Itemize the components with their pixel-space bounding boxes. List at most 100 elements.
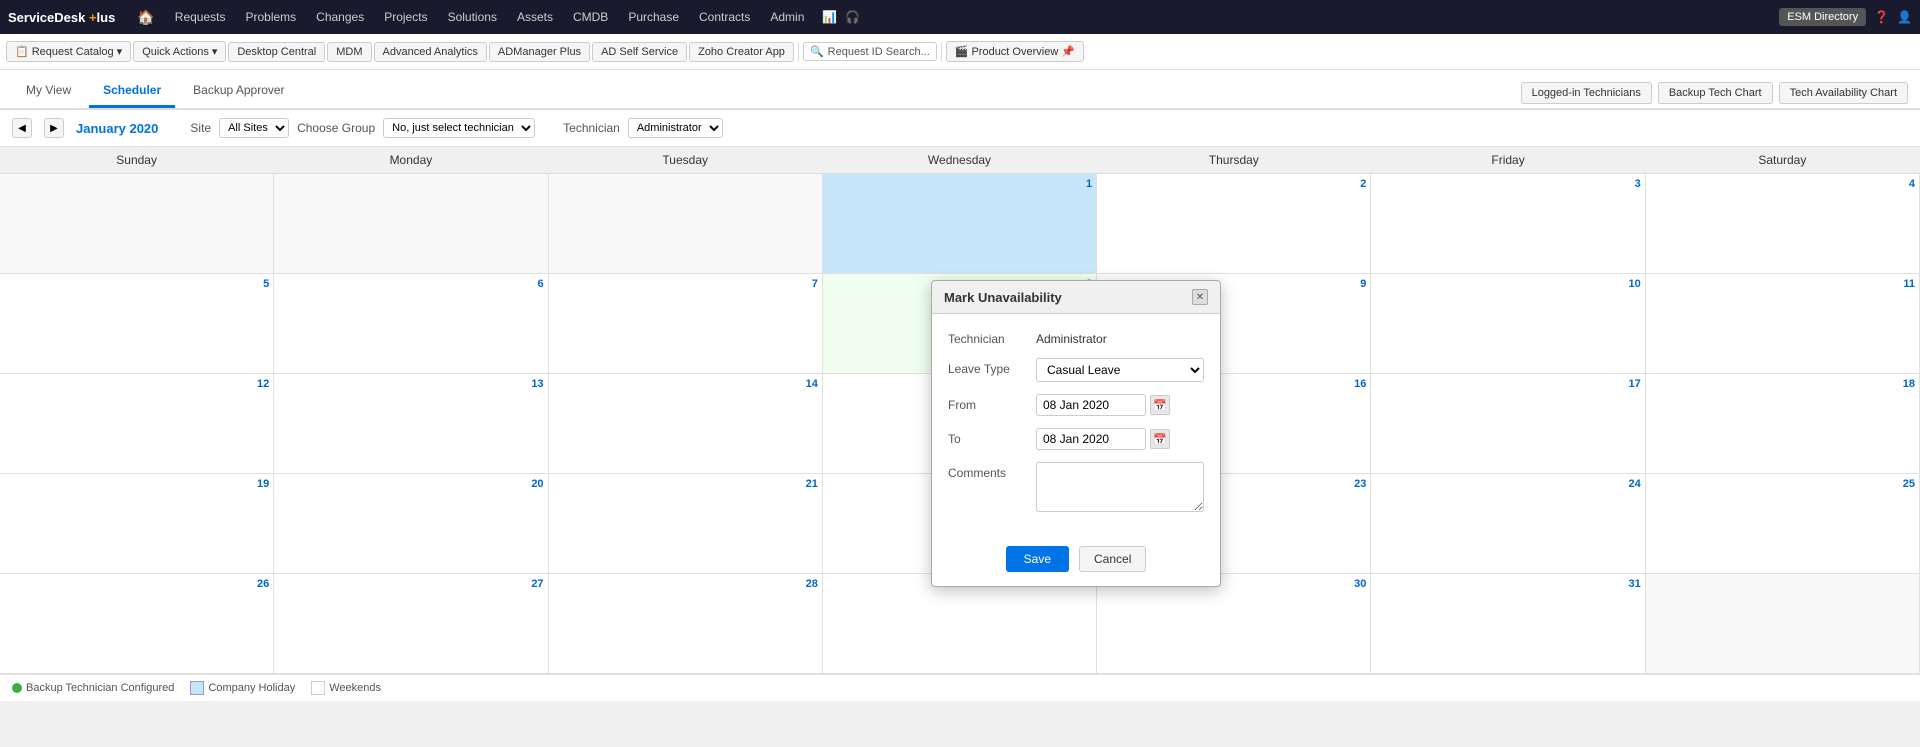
logged-in-technicians-button[interactable]: Logged-in Technicians [1521, 82, 1652, 104]
calendar-cell[interactable]: 1 [823, 174, 1097, 274]
nav-problems[interactable]: Problems [235, 0, 306, 34]
calendar-cell[interactable]: 26 [0, 574, 274, 674]
tab-scheduler[interactable]: Scheduler [89, 75, 175, 108]
calendar-date: 28 [553, 578, 818, 590]
from-date-input: 📅 [1036, 394, 1170, 416]
prev-month-button[interactable]: ◀ [12, 118, 32, 138]
tech-availability-chart-button[interactable]: Tech Availability Chart [1779, 82, 1908, 104]
calendar-cell[interactable]: 19 [0, 474, 274, 574]
nav-purchase[interactable]: Purchase [618, 0, 689, 34]
calendar-cell[interactable]: 13 [274, 374, 548, 474]
calendar-cell[interactable]: 31 [1371, 574, 1645, 674]
calendar-cell[interactable]: 5 [0, 274, 274, 374]
calendar-cell[interactable]: 18 [1646, 374, 1920, 474]
desktop-central-button[interactable]: Desktop Central [228, 42, 325, 62]
tab-my-view[interactable]: My View [12, 75, 85, 108]
calendar-cell[interactable] [1646, 574, 1920, 674]
nav-projects[interactable]: Projects [374, 0, 437, 34]
legend-weekends-label: Weekends [329, 682, 381, 694]
weekends-color-icon [311, 681, 325, 695]
calendar-date: 25 [1650, 478, 1915, 490]
legend-backup-tech: Backup Technician Configured [12, 682, 174, 694]
calendar-cell[interactable]: 21 [549, 474, 823, 574]
to-calendar-icon[interactable]: 📅 [1150, 429, 1170, 449]
zoho-creator-button[interactable]: Zoho Creator App [689, 42, 794, 62]
from-calendar-icon[interactable]: 📅 [1150, 395, 1170, 415]
calendar-date: 18 [1650, 378, 1915, 390]
modal-body: Technician Administrator Leave Type Casu… [932, 314, 1220, 538]
calendar-cell[interactable]: 24 [1371, 474, 1645, 574]
to-date-field[interactable] [1036, 428, 1146, 450]
calendar-cell[interactable]: 3 [1371, 174, 1645, 274]
calendar-cell[interactable]: 28 [549, 574, 823, 674]
calendar-cell[interactable]: 4 [1646, 174, 1920, 274]
admanager-button[interactable]: ADManager Plus [489, 42, 590, 62]
toolbar-divider-2 [941, 42, 942, 62]
headset-icon[interactable]: 🎧 [845, 10, 860, 24]
calendar-cell[interactable]: 7 [549, 274, 823, 374]
calendar-cell[interactable]: 29 [823, 574, 1097, 674]
request-catalog-button[interactable]: 📋 Request Catalog ▾ [6, 41, 131, 62]
ad-self-service-button[interactable]: AD Self Service [592, 42, 687, 62]
home-icon[interactable]: 🏠 [137, 9, 154, 26]
quick-actions-button[interactable]: Quick Actions ▾ [133, 41, 226, 62]
calendar-cell[interactable]: 11 [1646, 274, 1920, 374]
calendar-cell[interactable] [549, 174, 823, 274]
legend-company-holiday-label: Company Holiday [208, 682, 295, 694]
save-button[interactable]: Save [1006, 546, 1069, 572]
calendar-cell[interactable]: 17 [1371, 374, 1645, 474]
chart-icon[interactable]: 📊 [822, 10, 837, 24]
quick-actions-label: Quick Actions [142, 46, 209, 58]
calendar-date: 19 [4, 478, 269, 490]
calendar-cell[interactable]: 25 [1646, 474, 1920, 574]
modal-footer: Save Cancel [932, 538, 1220, 586]
modal-close-button[interactable]: ✕ [1192, 289, 1208, 305]
calendar-cell[interactable]: 12 [0, 374, 274, 474]
leave-type-label: Leave Type [948, 358, 1028, 376]
nav-contracts[interactable]: Contracts [689, 0, 760, 34]
calendar-date: 5 [4, 278, 269, 290]
nav-requests[interactable]: Requests [165, 0, 236, 34]
calendar-cell[interactable]: 27 [274, 574, 548, 674]
nav-admin[interactable]: Admin [760, 0, 814, 34]
to-row: To 📅 [948, 428, 1204, 450]
calendar-date: 13 [278, 378, 543, 390]
user-icon[interactable]: 👤 [1897, 10, 1912, 24]
calendar-cell[interactable] [0, 174, 274, 274]
product-overview-button[interactable]: 🎬 Product Overview 📌 [946, 41, 1084, 62]
calendar-cell[interactable]: 6 [274, 274, 548, 374]
esm-directory-button[interactable]: ESM Directory [1779, 8, 1866, 26]
tab-backup-approver[interactable]: Backup Approver [179, 75, 298, 108]
comments-textarea[interactable] [1036, 462, 1204, 512]
calendar-cell[interactable]: 20 [274, 474, 548, 574]
nav-assets[interactable]: Assets [507, 0, 563, 34]
request-id-search[interactable]: 🔍 Request ID Search... [803, 42, 937, 61]
calendar-date: 6 [278, 278, 543, 290]
cancel-button[interactable]: Cancel [1079, 546, 1146, 572]
next-month-button[interactable]: ▶ [44, 118, 64, 138]
calendar-cell[interactable]: 14 [549, 374, 823, 474]
group-select[interactable]: No, just select technician [383, 118, 535, 138]
calendar-date: 17 [1375, 378, 1640, 390]
calendar-cell[interactable] [274, 174, 548, 274]
advanced-analytics-button[interactable]: Advanced Analytics [374, 42, 487, 62]
to-date-input: 📅 [1036, 428, 1170, 450]
site-select[interactable]: All Sites [219, 118, 289, 138]
day-header-thursday: Thursday [1097, 147, 1371, 173]
calendar-cell[interactable]: 2 [1097, 174, 1371, 274]
calendar-cell[interactable]: 30 [1097, 574, 1371, 674]
backup-tech-chart-button[interactable]: Backup Tech Chart [1658, 82, 1773, 104]
calendar-cell[interactable]: 10 [1371, 274, 1645, 374]
leave-type-select[interactable]: Casual Leave Sick Leave Planned Leave Em… [1036, 358, 1204, 382]
mdm-button[interactable]: MDM [327, 42, 371, 62]
nav-changes[interactable]: Changes [306, 0, 374, 34]
nav-cmdb[interactable]: CMDB [563, 0, 618, 34]
calendar-date: 20 [278, 478, 543, 490]
comments-label: Comments [948, 462, 1028, 480]
help-icon[interactable]: ❓ [1874, 10, 1889, 24]
from-date-field[interactable] [1036, 394, 1146, 416]
nav-solutions[interactable]: Solutions [438, 0, 507, 34]
technician-select[interactable]: Administrator [628, 118, 723, 138]
advanced-analytics-label: Advanced Analytics [383, 46, 478, 58]
calendar-date: 27 [278, 578, 543, 590]
